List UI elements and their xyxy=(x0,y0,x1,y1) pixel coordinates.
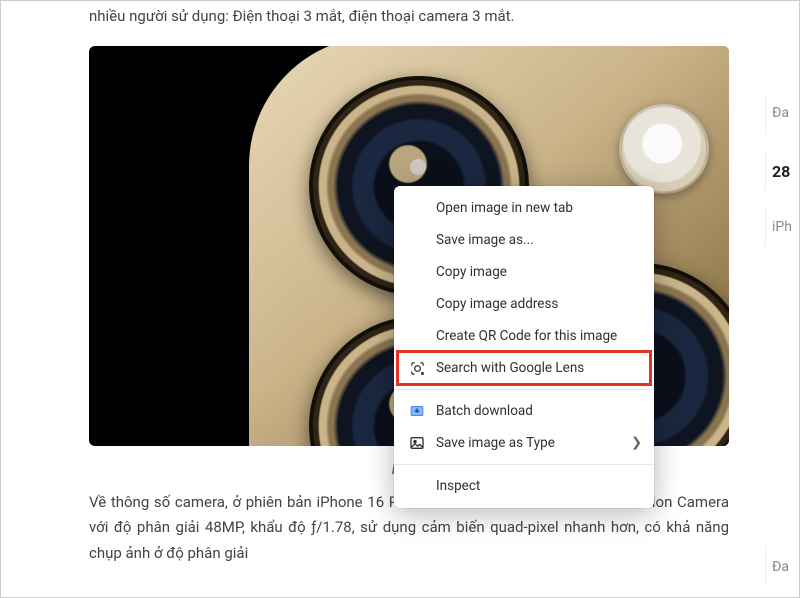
menu-batch-download[interactable]: Batch download xyxy=(394,395,654,427)
menu-separator xyxy=(394,389,654,390)
context-menu: Open image in new tab Save image as... C… xyxy=(394,186,654,508)
menu-search-google-lens[interactable]: Search with Google Lens xyxy=(394,352,654,384)
menu-item-label: Save image as... xyxy=(436,232,534,248)
sidebar-fragment: Đa xyxy=(765,93,799,133)
menu-create-qr-code[interactable]: Create QR Code for this image xyxy=(394,320,654,352)
menu-item-label: Open image in new tab xyxy=(436,200,573,216)
image-file-icon xyxy=(408,434,426,452)
google-lens-icon xyxy=(408,359,426,377)
menu-item-label: Copy image address xyxy=(436,296,558,312)
menu-save-image-as[interactable]: Save image as... xyxy=(394,224,654,256)
menu-separator xyxy=(394,464,654,465)
menu-copy-image-address[interactable]: Copy image address xyxy=(394,288,654,320)
menu-copy-image[interactable]: Copy image xyxy=(394,256,654,288)
menu-item-label: Search with Google Lens xyxy=(436,360,584,376)
menu-item-label: Save image as Type xyxy=(436,435,555,451)
sidebar-fragment: Đa xyxy=(765,547,799,587)
menu-item-label: Inspect xyxy=(436,478,480,494)
menu-item-label: Batch download xyxy=(436,403,533,419)
menu-item-label: Copy image xyxy=(436,264,507,280)
download-icon xyxy=(408,402,426,420)
sidebar-fragment-bold: 28 xyxy=(765,151,799,191)
menu-item-label: Create QR Code for this image xyxy=(436,328,617,344)
sidebar-fragment: iPh xyxy=(765,207,799,247)
article-paragraph-top: nhiều người sử dụng: Điện thoại 3 mắt, đ… xyxy=(89,5,736,28)
menu-save-image-as-type[interactable]: Save image as Type ❯ xyxy=(394,427,654,459)
menu-open-image-new-tab[interactable]: Open image in new tab xyxy=(394,192,654,224)
chevron-right-icon: ❯ xyxy=(631,436,642,451)
camera-flash-icon xyxy=(619,104,709,194)
menu-inspect[interactable]: Inspect xyxy=(394,470,654,502)
